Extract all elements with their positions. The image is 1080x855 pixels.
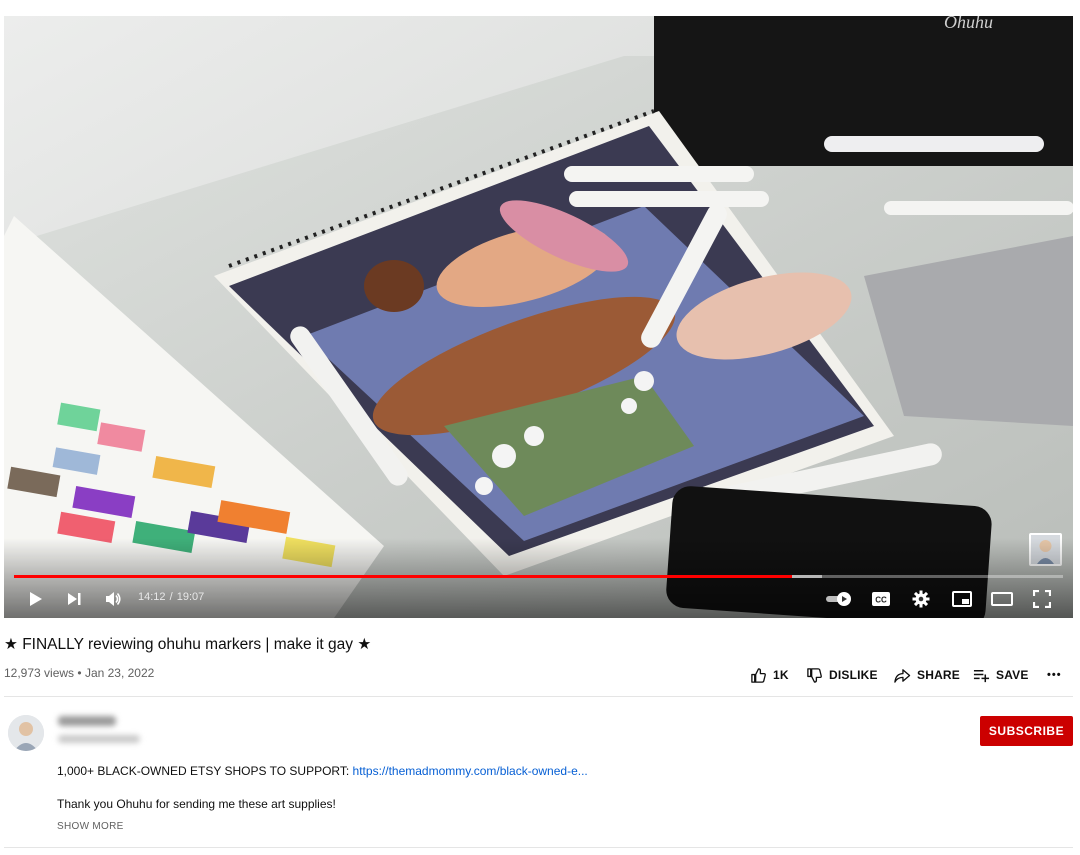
- player-controls: 14:12 / 19:07 CC: [4, 582, 1073, 614]
- video-meta: 12,973 views • Jan 23, 2022: [4, 666, 154, 680]
- volume-icon: [106, 592, 121, 606]
- miniplayer-button[interactable]: [949, 586, 975, 612]
- description-line-1: 1,000+ BLACK-OWNED ETSY SHOPS TO SUPPORT…: [57, 764, 588, 778]
- save-label: SAVE: [996, 668, 1029, 682]
- dislike-button[interactable]: DISLIKE: [806, 662, 878, 688]
- share-button[interactable]: SHARE: [893, 662, 960, 688]
- description-link[interactable]: https://themadmommy.com/black-owned-e...: [353, 764, 588, 778]
- play-button[interactable]: [22, 586, 48, 612]
- video-player[interactable]: Ohuhu 14:12 / 19:07 CC: [4, 16, 1073, 618]
- view-count: 12,973 views: [4, 666, 75, 680]
- fullscreen-button[interactable]: [1029, 586, 1055, 612]
- time-display: 14:12 / 19:07: [138, 591, 204, 603]
- share-icon: [894, 668, 911, 683]
- channel-subs-blurred: [58, 735, 140, 743]
- settings-button[interactable]: [908, 586, 934, 612]
- dislike-label: DISLIKE: [829, 668, 878, 682]
- autoplay-toggle[interactable]: [824, 586, 854, 612]
- subscribe-button[interactable]: SUBSCRIBE: [980, 716, 1073, 746]
- miniplayer-icon: [952, 591, 972, 607]
- time-separator: /: [169, 591, 173, 603]
- video-title: ★ FINALLY reviewing ohuhu markers | make…: [4, 636, 372, 653]
- description-text-1: 1,000+ BLACK-OWNED ETSY SHOPS TO SUPPORT…: [57, 764, 353, 778]
- fullscreen-icon: [1033, 590, 1051, 608]
- thumbs-up-icon: [751, 667, 766, 683]
- channel-avatar[interactable]: [8, 715, 44, 751]
- add-to-playlist-icon: [973, 669, 990, 682]
- more-icon: •••: [1047, 669, 1062, 681]
- theater-icon: [991, 592, 1013, 606]
- next-button[interactable]: [61, 586, 87, 612]
- gear-icon: [912, 590, 930, 608]
- captions-button[interactable]: CC: [868, 586, 894, 612]
- svg-text:CC: CC: [875, 596, 887, 605]
- share-label: SHARE: [917, 668, 961, 682]
- thumbs-down-icon: [807, 667, 822, 683]
- like-button[interactable]: 1K: [750, 662, 789, 688]
- next-icon: [68, 593, 81, 605]
- progress-played: [14, 575, 793, 578]
- volume-button[interactable]: [100, 586, 126, 612]
- save-button[interactable]: SAVE: [973, 662, 1029, 688]
- channel-name-blurred[interactable]: [58, 716, 116, 726]
- meta-dot: •: [77, 666, 82, 680]
- captions-icon: CC: [872, 592, 890, 606]
- show-more-button[interactable]: SHOW MORE: [57, 821, 124, 832]
- bag-brand-text: Ohuhu: [944, 16, 993, 32]
- current-time: 14:12: [138, 591, 166, 603]
- play-icon: [30, 592, 42, 606]
- more-actions-button[interactable]: •••: [1047, 662, 1062, 688]
- theater-mode-button[interactable]: [989, 586, 1015, 612]
- divider-top: [4, 696, 1073, 697]
- duration: 19:07: [176, 591, 205, 603]
- progress-bar[interactable]: [14, 575, 1063, 578]
- avatar-portrait-icon: [8, 715, 44, 751]
- divider-bottom: [4, 847, 1073, 848]
- description-line-2: Thank you Ohuhu for sending me these art…: [57, 797, 336, 811]
- video-frame: Ohuhu: [4, 16, 1073, 618]
- autoplay-toggle-icon: [826, 592, 851, 606]
- upload-date: Jan 23, 2022: [84, 666, 155, 680]
- like-count: 1K: [773, 668, 789, 682]
